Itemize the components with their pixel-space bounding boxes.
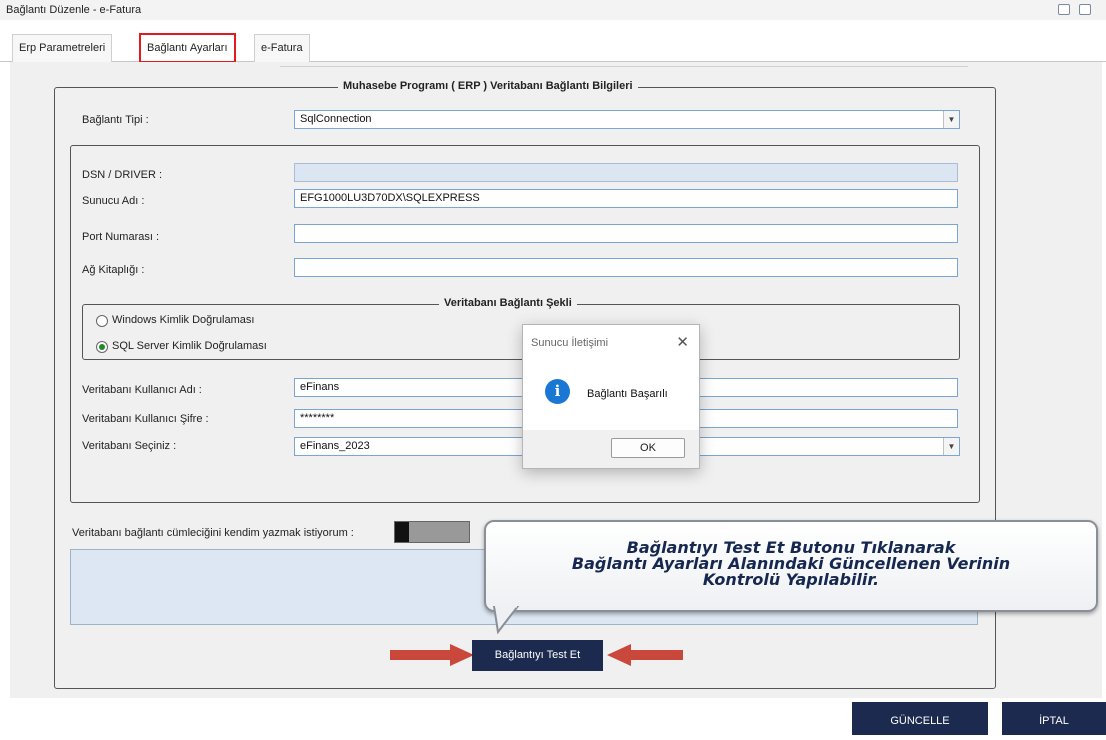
port-number-field[interactable] [294, 224, 958, 243]
database-select-value: eFinans_2023 [300, 440, 370, 452]
tab-erp-parametreleri[interactable]: Erp Parametreleri [12, 34, 113, 62]
server-name-label: Sunucu Adı : [82, 195, 145, 207]
db-password-label: Veritabanı Kullanıcı Şifre : [82, 413, 209, 425]
network-library-field[interactable] [294, 258, 958, 277]
title-bar: Bağlantı Düzenle - e-Fatura [0, 0, 1106, 20]
tab-baglanti-ayarlari[interactable]: Bağlantı Ayarları [139, 33, 236, 63]
ok-button[interactable]: OK [611, 438, 685, 458]
chevron-down-icon[interactable]: ▼ [943, 438, 959, 455]
dialog-message: Bağlantı Başarılı [587, 388, 668, 400]
test-connection-button[interactable]: Bağlantıyı Test Et [472, 640, 603, 671]
close-icon[interactable]: ✕ [676, 333, 689, 351]
message-dialog: Sunucu İletişimi ✕ i Bağlantı Başarılı O… [522, 324, 700, 469]
app-window: Bağlantı Düzenle - e-Fatura Erp Parametr… [0, 0, 1106, 735]
sql-auth-radio[interactable] [96, 341, 108, 353]
port-number-label: Port Numarası : [82, 231, 160, 243]
info-icon: i [545, 379, 570, 404]
callout-note: Bağlantıyı Test Et Butonu Tıklanarak Bağ… [484, 520, 1098, 612]
minimize-icon[interactable] [1058, 4, 1070, 15]
dialog-title: Sunucu İletişimi [531, 337, 609, 349]
auth-group-title: Veritabanı Bağlantı Şekli [439, 297, 577, 309]
network-library-label: Ağ Kitaplığı : [82, 264, 145, 276]
connection-type-value: SqlConnection [300, 113, 372, 125]
connection-type-label: Bağlantı Tipi : [82, 114, 149, 126]
callout-text: Bağlantıyı Test Et Butonu Tıklanarak Bağ… [486, 540, 1096, 588]
sql-auth-label[interactable]: SQL Server Kimlik Doğrulaması [112, 340, 267, 352]
callout-pointer [492, 606, 520, 634]
arrow-right-icon [390, 644, 474, 666]
tab-e-fatura[interactable]: e-Fatura [254, 34, 310, 62]
update-button[interactable]: GÜNCELLE [852, 702, 988, 735]
db-username-label: Veritabanı Kullanıcı Adı : [82, 384, 202, 396]
toggle-knob[interactable] [395, 522, 409, 542]
windows-auth-radio[interactable] [96, 315, 108, 327]
window-title: Bağlantı Düzenle - e-Fatura [6, 4, 142, 16]
dialog-footer: OK [523, 430, 699, 468]
database-select-label: Veritabanı Seçiniz : [82, 440, 177, 452]
erp-group-title: Muhasebe Programı ( ERP ) Veritabanı Bağ… [338, 80, 638, 92]
arrow-left-icon [607, 644, 683, 666]
custom-connection-label: Veritabanı bağlantı cümleciğini kendim y… [72, 527, 354, 539]
server-name-field[interactable]: EFG1000LU3D70DX\SQLEXPRESS [294, 189, 958, 208]
callout-line-3: Kontrolü Yapılabilir. [702, 570, 880, 589]
custom-connection-toggle[interactable] [394, 521, 470, 543]
dsn-field [294, 163, 958, 182]
connection-type-select[interactable]: SqlConnection ▼ [294, 110, 960, 129]
dsn-label: DSN / DRIVER : [82, 169, 163, 181]
chevron-down-icon[interactable]: ▼ [943, 111, 959, 128]
tab-strip: Erp Parametreleri Bağlantı Ayarları e-Fa… [0, 20, 1106, 63]
windows-auth-label[interactable]: Windows Kimlik Doğrulaması [112, 314, 254, 326]
cancel-button[interactable]: İPTAL [1002, 702, 1106, 735]
maximize-icon[interactable] [1079, 4, 1091, 15]
divider [280, 66, 968, 67]
